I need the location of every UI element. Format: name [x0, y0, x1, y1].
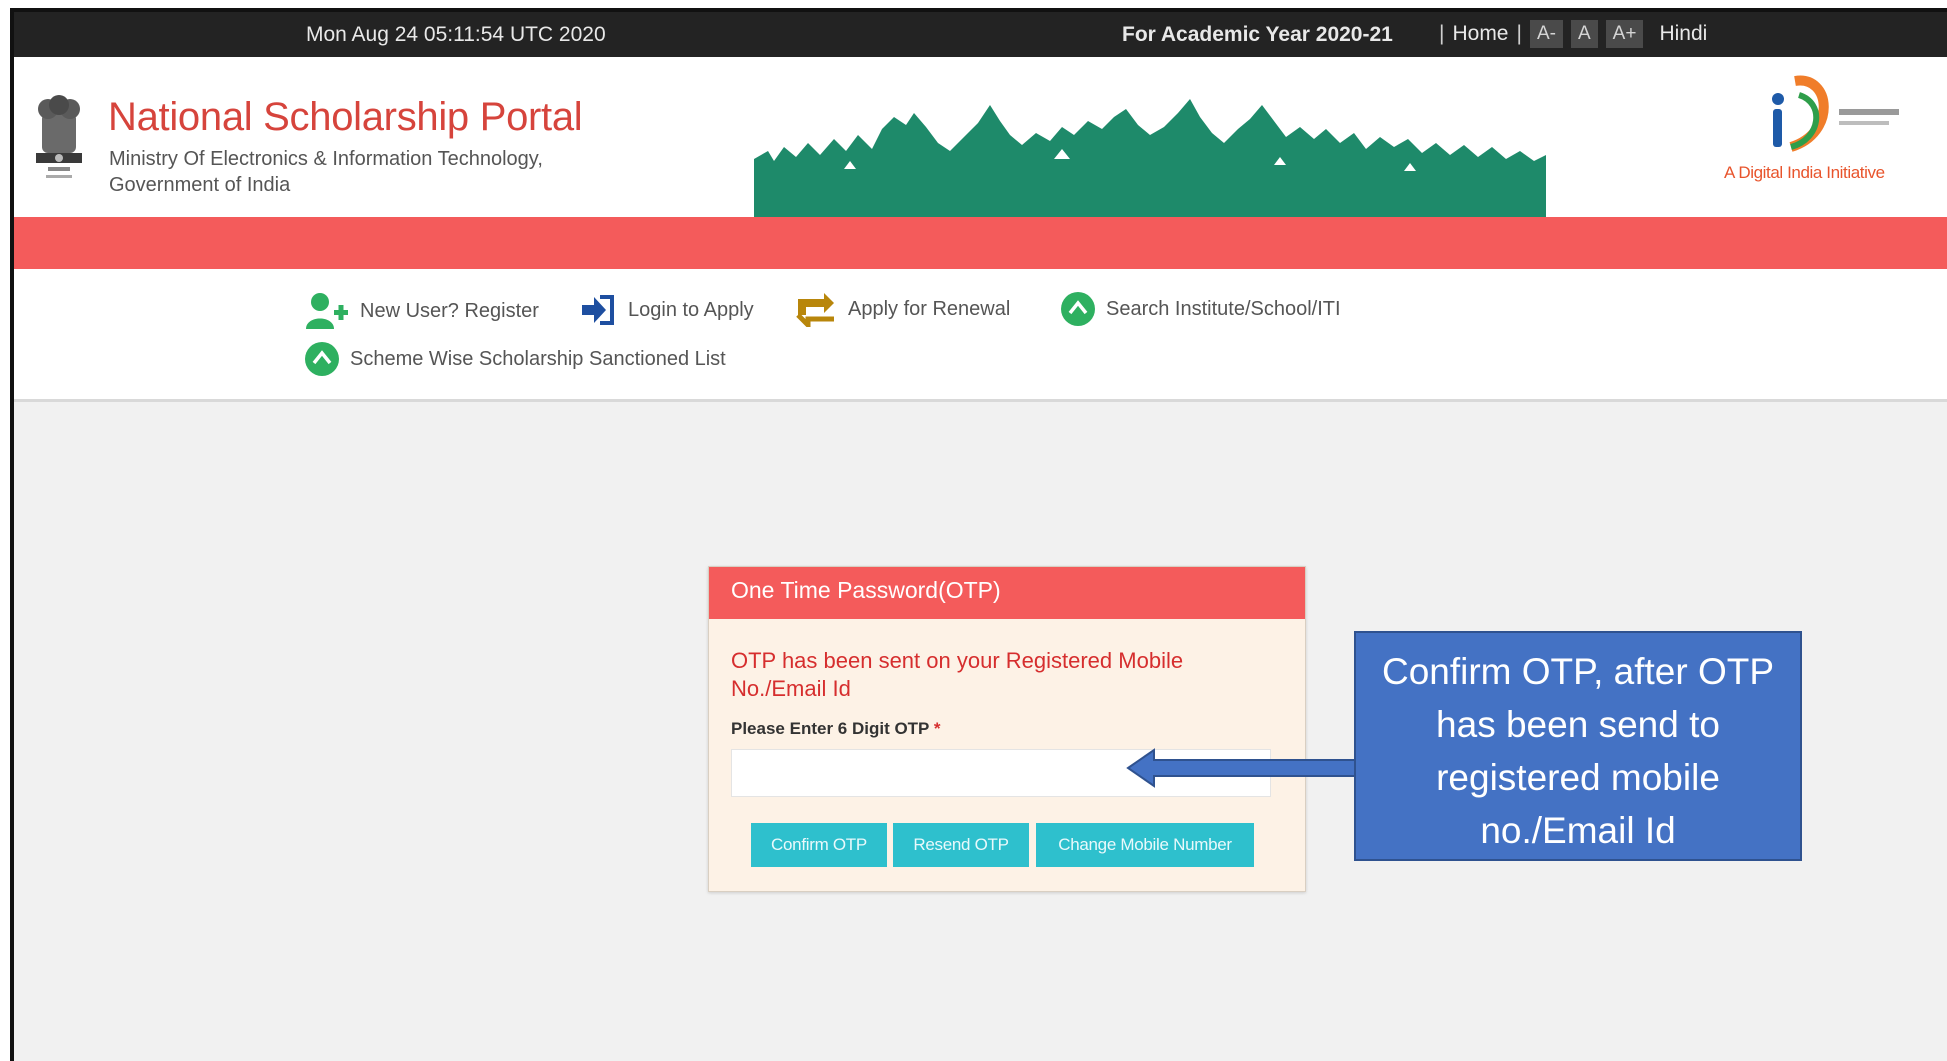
renew-icon	[796, 293, 834, 327]
nav-renewal-label: Apply for Renewal	[848, 297, 1011, 320]
site-title: National Scholarship Portal	[108, 95, 583, 139]
top-links: | Home | A- A A+ Hindi	[1439, 20, 1707, 48]
screenshot-frame: Mon Aug 24 05:11:54 UTC 2020 For Academi…	[10, 8, 1947, 1061]
red-divider-bar	[14, 217, 1947, 269]
top-bar: Mon Aug 24 05:11:54 UTC 2020 For Academi…	[14, 12, 1947, 57]
nav-scheme-list[interactable]: Scheme Wise Scholarship Sanctioned List	[304, 341, 726, 377]
digital-india-logo-icon	[1772, 75, 1899, 152]
otp-input-label: Please Enter 6 Digit OTP *	[731, 719, 940, 739]
add-user-icon	[306, 293, 348, 329]
callout-line: Confirm OTP, after OTP	[1381, 651, 1775, 692]
callout-line: no./Email Id	[1480, 810, 1676, 851]
callout-line: has been send to	[1436, 704, 1720, 745]
hindi-link[interactable]: Hindi	[1659, 22, 1707, 46]
nav-login[interactable]: Login to Apply	[580, 291, 754, 329]
nav-register[interactable]: New User? Register	[304, 291, 539, 331]
students-banner-illustration	[754, 99, 1546, 217]
nav-register-label: New User? Register	[360, 299, 539, 322]
server-datetime: Mon Aug 24 05:11:54 UTC 2020	[306, 23, 606, 46]
separator: |	[1516, 22, 1522, 45]
up-circle-icon	[1061, 292, 1095, 326]
digital-india-tagline: A Digital India Initiative	[1724, 163, 1885, 182]
separator: |	[1439, 22, 1445, 45]
resend-otp-button[interactable]: Resend OTP	[893, 823, 1029, 867]
required-mark: *	[933, 719, 941, 738]
up-circle-icon	[305, 342, 339, 376]
nav-login-label: Login to Apply	[628, 298, 754, 321]
main-nav: New User? Register Login to Apply Apply …	[14, 269, 1947, 402]
callout-line: registered mobile	[1436, 757, 1720, 798]
home-link[interactable]: Home	[1452, 22, 1508, 46]
font-normal-button[interactable]: A	[1570, 20, 1598, 48]
nav-scheme-list-label: Scheme Wise Scholarship Sanctioned List	[350, 347, 726, 370]
national-emblem-icon	[36, 95, 82, 178]
government-name: Government of India	[109, 174, 291, 196]
otp-card-title: One Time Password(OTP)	[709, 567, 1305, 619]
sign-in-icon	[582, 295, 614, 325]
nav-renewal[interactable]: Apply for Renewal	[794, 291, 1010, 327]
font-increase-button[interactable]: A+	[1605, 20, 1644, 48]
font-decrease-button[interactable]: A-	[1529, 20, 1563, 48]
confirm-otp-button[interactable]: Confirm OTP	[751, 823, 887, 867]
academic-year: For Academic Year 2020-21	[1122, 23, 1393, 46]
annotation-callout: Confirm OTP, after OTP has been send to …	[1354, 631, 1802, 861]
otp-card: One Time Password(OTP) OTP has been sent…	[708, 566, 1306, 892]
otp-label-text: Please Enter 6 Digit OTP	[731, 719, 930, 738]
nav-search-institute[interactable]: Search Institute/School/ITI	[1060, 291, 1341, 327]
change-mobile-number-button[interactable]: Change Mobile Number	[1036, 823, 1254, 867]
ministry-name: Ministry Of Electronics & Information Te…	[109, 148, 543, 170]
site-header: National Scholarship Portal Ministry Of …	[14, 57, 1947, 217]
nav-search-label: Search Institute/School/ITI	[1106, 297, 1341, 320]
otp-sent-message: OTP has been sent on your Registered Mob…	[731, 648, 1184, 701]
annotation-arrow-icon	[1126, 748, 1361, 788]
